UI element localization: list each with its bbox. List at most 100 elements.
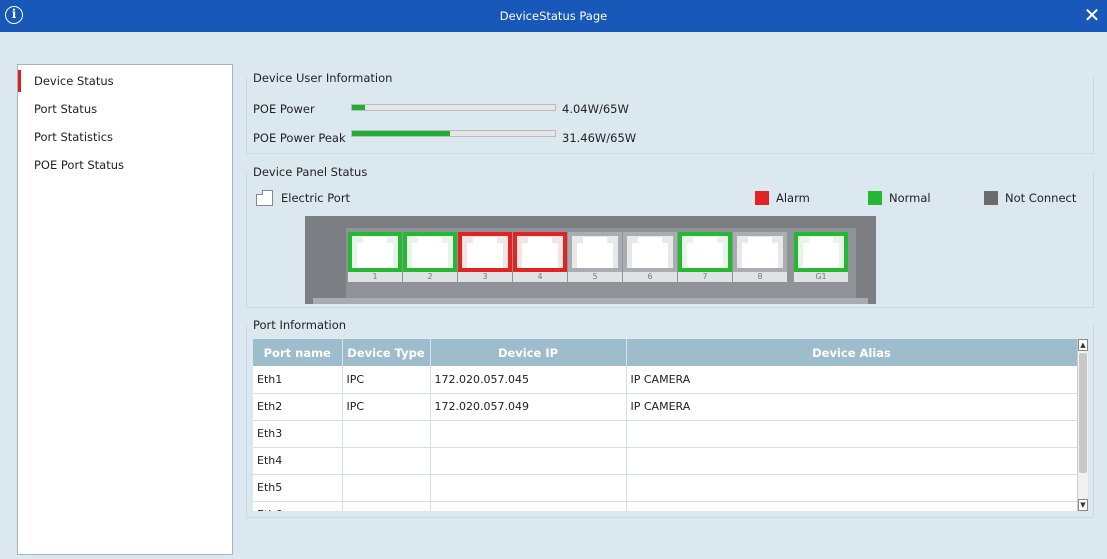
jack-opening	[522, 237, 558, 268]
table-cell: Eth4	[253, 447, 343, 475]
switch-device-panel: 1 2 3 4 5 6 7 8 G1	[305, 216, 876, 304]
port-number-label: 8	[733, 272, 787, 282]
table-row[interactable]: Eth5	[253, 474, 1078, 502]
table-row[interactable]: Eth4	[253, 447, 1078, 475]
legend-normal-label: Normal	[889, 191, 931, 205]
sidebar-item-port-statistics[interactable]: Port Statistics	[18, 123, 232, 151]
sidebar: Device Status Port Status Port Statistic…	[17, 64, 233, 555]
table-cell: 172.020.057.049	[430, 393, 627, 421]
rj45-jack-icon	[348, 232, 402, 272]
legend-not-connect-label: Not Connect	[1005, 191, 1077, 205]
table-cell	[626, 501, 1078, 511]
rj45-jack-icon	[403, 232, 457, 272]
rj45-jack-icon	[458, 232, 512, 272]
column-header-device-ip[interactable]: Device IP	[430, 339, 627, 366]
table-cell: IP CAMERA	[626, 366, 1078, 394]
rj45-jack-icon	[678, 232, 732, 272]
legend-normal: Normal	[868, 190, 931, 206]
table-cell	[430, 501, 627, 511]
sidebar-item-device-status[interactable]: Device Status	[18, 67, 232, 95]
table-cell: Eth5	[253, 474, 343, 502]
jack-opening	[467, 237, 503, 268]
poe-power-peak-value: 31.46W/65W	[562, 131, 637, 145]
alarm-swatch	[755, 191, 769, 205]
legend-alarm-label: Alarm	[776, 191, 810, 205]
table-cell	[430, 420, 627, 448]
poe-power-peak-fill	[352, 131, 451, 136]
port-number-label: 5	[568, 272, 622, 282]
port-8[interactable]: 8	[733, 232, 787, 282]
port-6[interactable]: 6	[623, 232, 677, 282]
table-cell	[342, 447, 431, 475]
jack-opening	[742, 237, 778, 268]
normal-swatch	[868, 191, 882, 205]
scrollbar-thumb[interactable]	[1079, 353, 1087, 473]
legend-electric-port: Electric Port	[256, 190, 350, 206]
table-scrollbar[interactable]: ▲ ▼	[1077, 339, 1088, 511]
table-cell: Eth3	[253, 420, 343, 448]
table-cell: 172.020.057.045	[430, 366, 627, 394]
table-cell: Eth2	[253, 393, 343, 421]
poe-power-bar	[351, 104, 556, 111]
table-cell	[430, 474, 627, 502]
rj45-jack-icon	[623, 232, 677, 272]
table-cell: IP CAMERA	[626, 393, 1078, 421]
port-number-label: 2	[403, 272, 457, 282]
sidebar-item-poe-port-status[interactable]: POE Port Status	[18, 151, 232, 179]
table-header-row: Port name Device Type Device IP Device A…	[253, 339, 1078, 366]
window-title: DeviceStatus Page	[499, 9, 608, 23]
sidebar-item-port-status[interactable]: Port Status	[18, 95, 232, 123]
table-cell	[626, 420, 1078, 448]
port-info-table: Port name Device Type Device IP Device A…	[253, 339, 1078, 511]
jack-opening	[632, 237, 668, 268]
port-number-label: G1	[794, 272, 848, 282]
table-cell: IPC	[342, 393, 431, 421]
port-4[interactable]: 4	[513, 232, 567, 282]
table-cell	[626, 474, 1078, 502]
port-1[interactable]: 1	[348, 232, 402, 282]
not-connect-swatch	[984, 191, 998, 205]
port-7[interactable]: 7	[678, 232, 732, 282]
table-cell	[430, 447, 627, 475]
legend-not-connect: Not Connect	[984, 190, 1076, 206]
poe-power-fill	[352, 105, 365, 110]
user-info-panel	[246, 77, 1094, 154]
port-5[interactable]: 5	[568, 232, 622, 282]
jack-opening	[687, 237, 723, 268]
column-header-device-alias[interactable]: Device Alias	[626, 339, 1078, 366]
port-number-label: 6	[623, 272, 677, 282]
table-cell	[342, 501, 431, 511]
table-cell: Eth6	[253, 501, 343, 511]
table-row[interactable]: Eth1 IPC 172.020.057.045 IP CAMERA	[253, 366, 1078, 394]
table-cell	[626, 447, 1078, 475]
electric-port-icon	[256, 190, 273, 206]
rj45-jack-icon	[794, 232, 848, 272]
rj45-jack-icon	[733, 232, 787, 272]
port-number-label: 3	[458, 272, 512, 282]
port-3[interactable]: 3	[458, 232, 512, 282]
close-icon[interactable]: ✕	[1079, 2, 1105, 28]
rj45-jack-icon	[568, 232, 622, 272]
poe-power-peak-label: POE Power Peak	[253, 131, 346, 145]
switch-ledge	[313, 298, 868, 304]
jack-opening	[412, 237, 448, 268]
legend-electric-port-label: Electric Port	[281, 191, 351, 205]
table-row[interactable]: Eth6	[253, 501, 1078, 511]
port-number-label: 7	[678, 272, 732, 282]
port-2[interactable]: 2	[403, 232, 457, 282]
port-g1[interactable]: G1	[794, 232, 848, 282]
poe-power-value: 4.04W/65W	[562, 102, 629, 116]
jack-opening	[357, 237, 393, 268]
table-cell: IPC	[342, 366, 431, 394]
column-header-device-type[interactable]: Device Type	[342, 339, 431, 366]
legend-alarm: Alarm	[755, 190, 810, 206]
jack-opening	[577, 237, 613, 268]
scroll-up-icon[interactable]: ▲	[1078, 339, 1088, 351]
table-row[interactable]: Eth3	[253, 420, 1078, 448]
scroll-down-icon[interactable]: ▼	[1078, 499, 1088, 511]
poe-power-label: POE Power	[253, 102, 315, 116]
table-row[interactable]: Eth2 IPC 172.020.057.049 IP CAMERA	[253, 393, 1078, 421]
column-header-port-name[interactable]: Port name	[253, 339, 343, 366]
rj45-jack-icon	[513, 232, 567, 272]
table-cell	[342, 420, 431, 448]
